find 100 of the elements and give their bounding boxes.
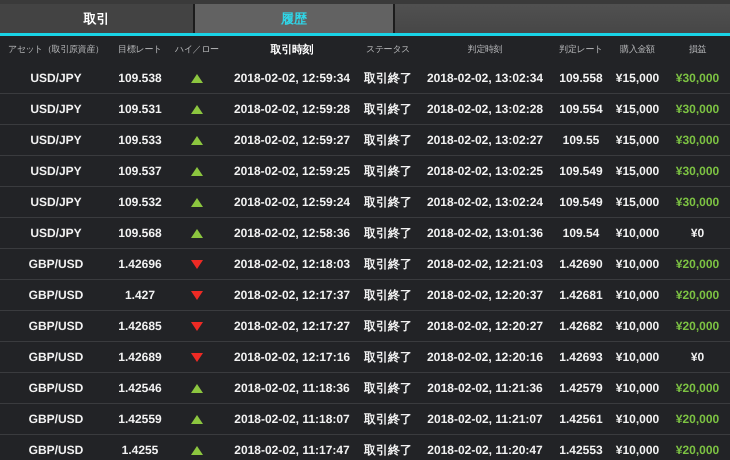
- judge-time-cell-text: 2018-02-02, 11:21:07: [426, 412, 544, 426]
- trade-time-cell-text: 2018-02-02, 12:59:28: [232, 102, 352, 116]
- asset-cell-text: GBP/USD: [28, 443, 84, 457]
- target-rate-cell-text: 109.531: [117, 102, 163, 116]
- judge-time-cell-text: 2018-02-02, 13:02:25: [426, 164, 544, 178]
- judge-time-cell-text: 2018-02-02, 11:21:36: [426, 381, 544, 395]
- trade-time-cell-text: 2018-02-02, 12:18:03: [232, 257, 352, 271]
- judge-time-cell-text: 2018-02-02, 13:01:36: [426, 226, 544, 240]
- target-rate-cell-text: 1.42696: [117, 257, 163, 271]
- judge-rate-cell-text: 109.55: [562, 133, 600, 147]
- judge-rate-cell-text: 1.42579: [558, 381, 604, 395]
- judge-time-cell-text: 2018-02-02, 11:20:47: [426, 443, 544, 457]
- profit-cell-text: ¥0: [690, 226, 706, 240]
- status-cell-text: 取引終了: [363, 70, 413, 86]
- status-cell-text: 取引終了: [363, 286, 413, 304]
- column-header[interactable]: ハイ／ロー: [168, 43, 226, 56]
- judge-rate-cell-text: 1.42693: [558, 350, 604, 364]
- status-cell-text: 取引終了: [363, 100, 413, 118]
- target-rate-cell-text: 109.533: [117, 133, 163, 147]
- profit-cell-text: ¥0: [690, 350, 706, 364]
- trade-time-cell-text: 2018-02-02, 11:18:07: [233, 412, 351, 426]
- amount-cell-text: ¥10,000: [614, 288, 660, 302]
- column-header[interactable]: 取引時刻: [226, 42, 358, 57]
- target-rate-cell-text: 1.42685: [117, 319, 163, 333]
- amount-cell-text: ¥10,000: [614, 319, 660, 333]
- judge-time-cell-text: 2018-02-02, 13:02:24: [426, 195, 544, 209]
- status-cell-text: 取引終了: [363, 132, 413, 148]
- status-cell-text: 取引終了: [363, 442, 413, 458]
- judge-rate-cell-text: 109.558: [558, 71, 604, 85]
- judge-time-cell-text: 2018-02-02, 12:20:27: [426, 319, 544, 333]
- amount-cell-text: ¥15,000: [614, 195, 660, 209]
- profit-cell-text: ¥20,000: [674, 443, 720, 457]
- judge-rate-cell-text: 109.54: [562, 226, 600, 240]
- column-header[interactable]: 判定レート: [552, 43, 610, 56]
- judge-time-cell-text: 2018-02-02, 12:21:03: [426, 257, 544, 271]
- amount-cell-text: ¥10,000: [614, 350, 660, 364]
- asset-cell-text: USD/JPY: [29, 102, 83, 116]
- profit-cell-text: ¥30,000: [674, 133, 720, 147]
- target-rate-cell-text: 109.568: [117, 226, 163, 240]
- status-cell-text: 取引終了: [363, 162, 413, 180]
- trade-time-cell-text: 2018-02-02, 12:17:37: [232, 288, 352, 302]
- judge-rate-cell-text: 1.42682: [558, 319, 604, 333]
- status-cell-text: 取引終了: [363, 348, 413, 366]
- judge-time-cell-text: 2018-02-02, 12:20:37: [426, 288, 544, 302]
- judge-rate-cell-text: 1.42690: [558, 257, 604, 271]
- profit-cell-text: ¥20,000: [674, 257, 720, 271]
- asset-cell-text: USD/JPY: [29, 133, 83, 147]
- amount-cell-text: ¥10,000: [614, 257, 660, 271]
- target-rate-cell-text: 1.42689: [117, 350, 163, 364]
- trade-time-cell-text: 2018-02-02, 12:59:27: [232, 133, 352, 147]
- status-cell-text: 取引終了: [363, 410, 413, 428]
- status-cell-text: 取引終了: [363, 194, 413, 210]
- asset-cell-text: GBP/USD: [28, 412, 84, 426]
- judge-rate-cell-text: 1.42553: [558, 443, 604, 457]
- profit-cell-text: ¥30,000: [674, 195, 720, 209]
- asset-cell-text: USD/JPY: [29, 195, 83, 209]
- asset-cell-text: GBP/USD: [28, 381, 84, 395]
- tab[interactable]: 取引: [0, 4, 195, 33]
- status-cell-text: 取引終了: [363, 318, 413, 334]
- asset-cell-text: GBP/USD: [28, 350, 84, 364]
- status-cell-text: 取引終了: [363, 256, 413, 272]
- profit-cell-text: ¥20,000: [674, 412, 720, 426]
- trade-time-cell-text: 2018-02-02, 12:17:27: [232, 319, 352, 333]
- target-rate-cell-text: 1.42559: [117, 412, 163, 426]
- trade-time-cell-text: 2018-02-02, 12:59:25: [232, 164, 352, 178]
- column-header[interactable]: 目標レート: [112, 43, 168, 56]
- asset-cell-text: GBP/USD: [28, 319, 84, 333]
- judge-rate-cell-text: 109.549: [558, 164, 604, 178]
- judge-time-cell-text: 2018-02-02, 13:02:34: [426, 71, 544, 85]
- asset-cell-text: USD/JPY: [29, 226, 83, 240]
- profit-cell-text: ¥20,000: [674, 319, 720, 333]
- profit-cell-text: ¥30,000: [674, 102, 720, 116]
- column-header[interactable]: 損益: [665, 43, 730, 56]
- amount-cell-text: ¥10,000: [614, 412, 660, 426]
- asset-cell-text: USD/JPY: [29, 71, 83, 85]
- column-header[interactable]: アセット（取引原資産）: [0, 43, 112, 56]
- asset-cell-text: GBP/USD: [28, 288, 84, 302]
- judge-time-cell-text: 2018-02-02, 12:20:16: [426, 350, 544, 364]
- column-header[interactable]: 購入金額: [610, 43, 665, 56]
- column-header[interactable]: 判定時刻: [418, 43, 552, 56]
- asset-cell-text: USD/JPY: [29, 164, 83, 178]
- trade-time-cell-text: 2018-02-02, 12:17:16: [232, 350, 352, 364]
- judge-rate-cell-text: 109.554: [558, 102, 604, 116]
- target-rate-cell-text: 109.537: [117, 164, 163, 178]
- profit-cell-text: ¥30,000: [674, 71, 720, 85]
- status-cell-text: 取引終了: [363, 380, 413, 396]
- judge-time-cell-text: 2018-02-02, 13:02:27: [426, 133, 544, 147]
- amount-cell-text: ¥10,000: [614, 226, 660, 240]
- trade-time-cell-text: 2018-02-02, 11:18:36: [233, 381, 351, 395]
- target-rate-cell-text: 109.532: [117, 195, 163, 209]
- amount-cell-text: ¥10,000: [614, 381, 660, 395]
- column-header[interactable]: ステータス: [358, 43, 418, 56]
- judge-rate-cell-text: 1.42561: [558, 412, 604, 426]
- judge-rate-cell-text: 109.549: [558, 195, 604, 209]
- profit-cell-text: ¥30,000: [674, 164, 720, 178]
- trade-time-cell-text: 2018-02-02, 12:58:36: [232, 226, 352, 240]
- target-rate-cell-text: 109.538: [117, 71, 163, 85]
- asset-cell-text: GBP/USD: [28, 257, 84, 271]
- amount-cell-text: ¥15,000: [614, 164, 660, 178]
- target-rate-cell-text: 1.42546: [117, 381, 163, 395]
